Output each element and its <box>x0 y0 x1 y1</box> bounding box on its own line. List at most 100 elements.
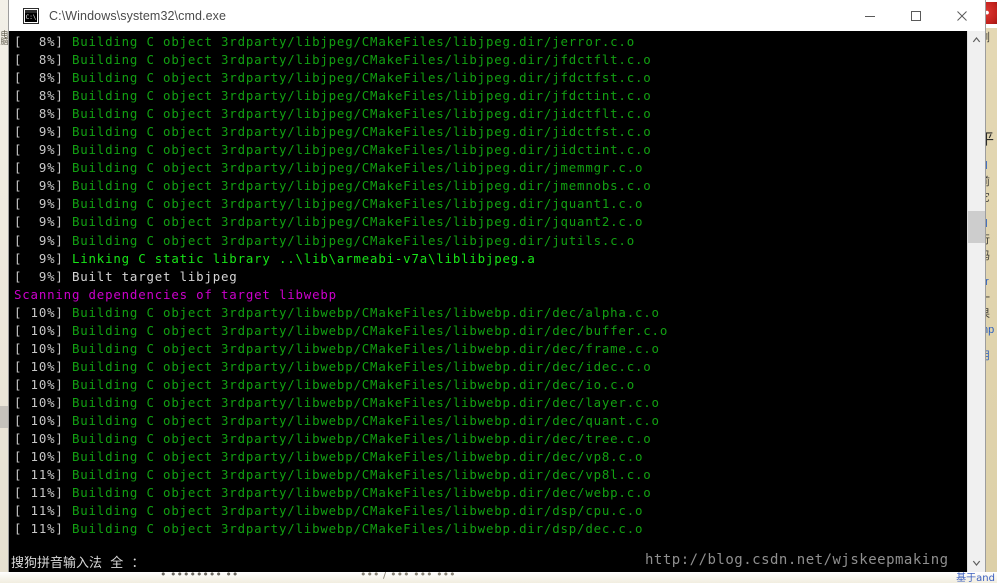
terminal-line-text: Building C object 3rdparty/libwebp/CMake… <box>71 340 660 356</box>
terminal-line: [ 8%] Building C object 3rdparty/libjpeg… <box>14 105 967 123</box>
terminal-line-progress: [ 11%] <box>14 467 72 483</box>
terminal-line-text: Building C object 3rdparty/libwebp/CMake… <box>71 503 644 519</box>
sogou-ime-bar[interactable]: 搜狗拼音输入法 全 ： <box>9 550 629 573</box>
terminal-line-progress: [ 10%] <box>14 431 72 447</box>
terminal-line: [ 8%] Building C object 3rdparty/libjpeg… <box>14 87 967 105</box>
window-title: C:\Windows\system32\cmd.exe <box>49 8 227 23</box>
terminal-line-progress: [ 8%] <box>14 52 72 68</box>
terminal-line: [ 10%] Building C object 3rdparty/libweb… <box>14 412 967 430</box>
screen-root: 电脑 浏l)平al前它al行吗or一果mp用 • C:\Windows\syst… <box>0 0 997 583</box>
terminal-line-text: Building C object 3rdparty/libwebp/CMake… <box>71 358 652 374</box>
background-bottom-text-left: • •••••••• •• <box>160 572 239 581</box>
terminal-line-text: Building C object 3rdparty/libwebp/CMake… <box>71 485 652 501</box>
terminal-line-progress: [ 9%] <box>14 250 72 266</box>
background-left-glyph: 电脑 <box>0 30 9 44</box>
terminal-line-text: Linking C static library ..\lib\armeabi-… <box>71 250 536 266</box>
terminal-line-text: Building C object 3rdparty/libjpeg/CMake… <box>71 106 652 122</box>
terminal-line: [ 11%] Building C object 3rdparty/libweb… <box>14 520 967 538</box>
background-bottom-sliver: • •••••••• •• ••• / ••• ••• ••• 基于and <box>0 572 997 583</box>
terminal-line-progress: [ 9%] <box>14 124 72 140</box>
terminal-line-text: Building C object 3rdparty/libjpeg/CMake… <box>71 142 652 158</box>
terminal-line: [ 10%] Building C object 3rdparty/libweb… <box>14 304 967 322</box>
minimize-button[interactable] <box>847 0 893 31</box>
blog-watermark: http://blog.csdn.net/wjskeepmaking <box>645 552 949 568</box>
terminal-line: [ 8%] Building C object 3rdparty/libjpeg… <box>14 51 967 69</box>
window-controls <box>847 0 985 31</box>
terminal-line-progress: [ 8%] <box>14 106 72 122</box>
terminal-lines: [ 8%] Building C object 3rdparty/libjpeg… <box>14 33 967 538</box>
close-button[interactable] <box>939 0 985 31</box>
terminal-line: [ 10%] Building C object 3rdparty/libweb… <box>14 358 967 376</box>
scrollbar-thumb[interactable] <box>968 211 985 243</box>
terminal-line: [ 10%] Building C object 3rdparty/libweb… <box>14 322 967 340</box>
terminal-line: [ 11%] Building C object 3rdparty/libweb… <box>14 502 967 520</box>
background-scrollbar-thumb[interactable] <box>0 406 9 428</box>
terminal-line-progress: [ 10%] <box>14 304 72 320</box>
terminal-line-progress: [ 10%] <box>14 322 72 338</box>
terminal-line: [ 9%] Building C object 3rdparty/libjpeg… <box>14 232 967 250</box>
terminal-line-text: Building C object 3rdparty/libwebp/CMake… <box>71 376 635 392</box>
terminal-line: [ 11%] Building C object 3rdparty/libweb… <box>14 484 967 502</box>
background-bottom-text-right: 基于and <box>956 573 995 583</box>
terminal-scrollbar[interactable] <box>967 31 985 572</box>
terminal-line: [ 9%] Building C object 3rdparty/libjpeg… <box>14 123 967 141</box>
terminal-line-progress: [ 11%] <box>14 485 72 501</box>
scroll-up-arrow-icon[interactable] <box>968 31 985 48</box>
terminal-line-text: Built target libjpeg <box>71 268 238 284</box>
terminal-line-progress: [ 8%] <box>14 34 72 49</box>
terminal-line: [ 10%] Building C object 3rdparty/libweb… <box>14 376 967 394</box>
terminal-line: [ 9%] Linking C static library ..\lib\ar… <box>14 250 967 268</box>
terminal-line: [ 9%] Building C object 3rdparty/libjpeg… <box>14 141 967 159</box>
cmd-console-icon <box>23 7 39 24</box>
terminal-line-progress: [ 9%] <box>14 160 72 176</box>
terminal-line-text: Building C object 3rdparty/libwebp/CMake… <box>71 304 660 320</box>
background-bottom-text-mid: ••• / ••• ••• ••• <box>360 572 456 581</box>
terminal-line-text: Building C object 3rdparty/libjpeg/CMake… <box>71 124 652 140</box>
terminal-line-progress: [ 11%] <box>14 521 72 537</box>
terminal-output-area[interactable]: [ 8%] Building C object 3rdparty/libjpeg… <box>9 31 967 572</box>
terminal-line-text: Building C object 3rdparty/libwebp/CMake… <box>71 412 660 428</box>
terminal-line-text: Building C object 3rdparty/libjpeg/CMake… <box>71 232 635 248</box>
terminal-line-text: Building C object 3rdparty/libjpeg/CMake… <box>71 70 652 86</box>
terminal-line-progress: [ 10%] <box>14 449 72 465</box>
terminal-line: [ 9%] Built target libjpeg <box>14 268 967 286</box>
terminal-line-text: Building C object 3rdparty/libwebp/CMake… <box>71 394 660 410</box>
terminal-line-progress: [ 9%] <box>14 268 72 284</box>
terminal-line: [ 10%] Building C object 3rdparty/libweb… <box>14 340 967 358</box>
terminal-line: [ 9%] Building C object 3rdparty/libjpeg… <box>14 213 967 231</box>
background-left-strip <box>0 0 9 583</box>
terminal-line: [ 10%] Building C object 3rdparty/libweb… <box>14 448 967 466</box>
terminal-line-progress: [ 10%] <box>14 394 72 410</box>
terminal-line-text: Building C object 3rdparty/libjpeg/CMake… <box>71 88 652 104</box>
terminal-line-text: Building C object 3rdparty/libwebp/CMake… <box>71 322 669 338</box>
terminal-line-text: Building C object 3rdparty/libwebp/CMake… <box>71 521 644 537</box>
terminal-line-progress: [ 9%] <box>14 142 72 158</box>
terminal-line-progress: [ 9%] <box>14 196 72 212</box>
terminal-line-text: Building C object 3rdparty/libwebp/CMake… <box>71 431 652 447</box>
terminal-line-progress: [ 9%] <box>14 232 72 248</box>
ime-status-label: 搜狗拼音输入法 全 ： <box>11 556 145 571</box>
terminal-line: [ 9%] Building C object 3rdparty/libjpeg… <box>14 195 967 213</box>
terminal-line-text: Building C object 3rdparty/libwebp/CMake… <box>71 449 644 465</box>
terminal-line-text: Building C object 3rdparty/libwebp/CMake… <box>71 467 652 483</box>
terminal-line-progress: [ 9%] <box>14 178 72 194</box>
maximize-button[interactable] <box>893 0 939 31</box>
terminal-line-progress: [ 10%] <box>14 376 72 392</box>
terminal-line-text: Building C object 3rdparty/libjpeg/CMake… <box>71 214 644 230</box>
terminal-line-text: Building C object 3rdparty/libjpeg/CMake… <box>71 34 635 49</box>
terminal-line-progress: [ 8%] <box>14 70 72 86</box>
terminal-line-text: Building C object 3rdparty/libjpeg/CMake… <box>71 178 652 194</box>
scroll-down-arrow-icon[interactable] <box>968 555 985 572</box>
window-titlebar[interactable]: C:\Windows\system32\cmd.exe <box>9 0 985 32</box>
terminal-line: [ 9%] Building C object 3rdparty/libjpeg… <box>14 177 967 195</box>
terminal-line-progress: [ 9%] <box>14 214 72 230</box>
terminal-line-text: Scanning dependencies of target libwebp <box>14 286 337 302</box>
cmd-window: C:\Windows\system32\cmd.exe <box>9 0 985 572</box>
terminal-line-progress: [ 10%] <box>14 412 72 428</box>
terminal-line-text: Building C object 3rdparty/libjpeg/CMake… <box>71 52 652 68</box>
terminal-line-progress: [ 8%] <box>14 88 72 104</box>
terminal-line: [ 10%] Building C object 3rdparty/libweb… <box>14 430 967 448</box>
terminal-line-progress: [ 11%] <box>14 503 72 519</box>
terminal-line-text: Building C object 3rdparty/libjpeg/CMake… <box>71 196 644 212</box>
terminal-line: Scanning dependencies of target libwebp <box>14 286 967 304</box>
